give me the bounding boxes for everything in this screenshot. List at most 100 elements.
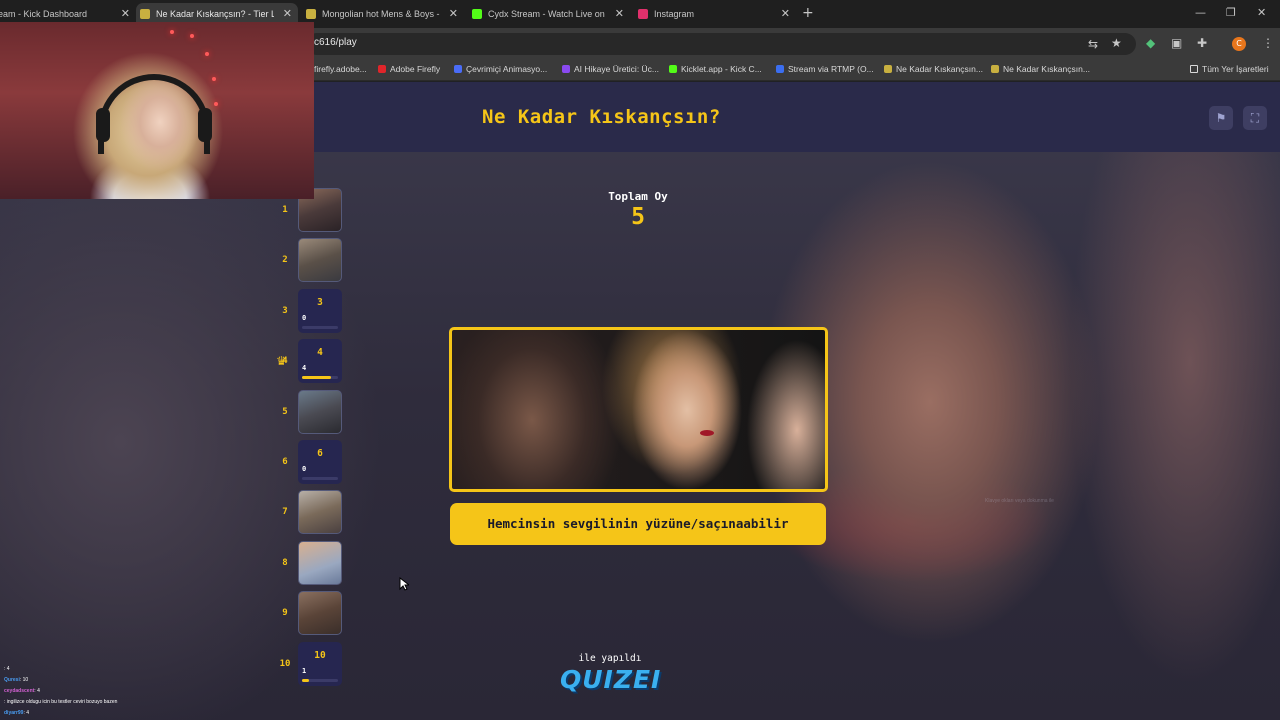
tier-rank-number: 7 [282, 507, 288, 518]
adobe-icon [378, 65, 386, 73]
fullscreen-button[interactable]: ⛶ [1243, 106, 1267, 130]
chat-username: diyarr99 [4, 710, 24, 716]
vote-progress-bar [302, 325, 338, 329]
bookmark-item[interactable]: AI Hikaye Üretici: Üc... [562, 64, 659, 74]
tier-slot-image[interactable] [298, 490, 342, 535]
chat-message: : 4 [4, 664, 204, 675]
bookmark-item[interactable]: Çevrimiçi Animasyo... [454, 64, 547, 74]
headset-ear [198, 108, 212, 142]
tier-vote-count: 1 [302, 666, 307, 675]
close-tab-icon[interactable]: ✕ [615, 3, 624, 25]
url-text[interactable]: c616/play [314, 37, 357, 48]
tab-label: Cydx Stream - Watch Live on Ki [488, 9, 606, 19]
vote-progress-fill [302, 678, 310, 682]
tab-cydx-stream[interactable]: Cydx Stream - Watch Live on Ki ✕ [468, 3, 630, 28]
bookmark-item[interactable]: Ne Kadar Kıskançsın... [884, 64, 983, 74]
minimize-button[interactable]: — [1195, 6, 1206, 19]
question-image [449, 327, 828, 492]
bookmark-label: Çevrimiçi Animasyo... [466, 64, 548, 74]
tier-slot-number: 3 [317, 296, 323, 308]
new-tab-button[interactable]: + [802, 5, 814, 21]
chat-username: Quresi [4, 677, 20, 683]
led-light [214, 102, 218, 106]
bookmark-star-icon[interactable]: ★ [1111, 36, 1122, 50]
close-tab-icon[interactable]: ✕ [781, 3, 790, 25]
tab-label: Mongolian hot Mens & Boys - Y [322, 9, 440, 19]
chat-message: diyarr99: 4 [4, 708, 204, 719]
page-favicon-icon [991, 65, 999, 73]
tier-rank-number: 4 [282, 356, 288, 367]
profile-avatar[interactable]: C [1232, 37, 1246, 51]
webcam-overlay [0, 22, 314, 199]
omnibox[interactable]: c616/play [306, 33, 1136, 55]
tab-mongolian[interactable]: Mongolian hot Mens & Boys - Y ✕ [302, 3, 464, 28]
tab-label: Instagram [654, 9, 695, 19]
total-votes-label: Toplam Oy [608, 190, 668, 203]
ai-icon [562, 65, 570, 73]
instagram-favicon-icon [638, 9, 648, 19]
tier-slot-image[interactable] [298, 540, 342, 585]
tier-slot-image[interactable] [298, 238, 342, 283]
tab-instagram[interactable]: Instagram ✕ [634, 3, 796, 28]
tier-rank-number: 9 [282, 608, 288, 619]
bookmark-label: Adobe Firefly [390, 64, 441, 74]
quizei-logo[interactable]: QUIZEI [560, 665, 660, 694]
page-title: Ne Kadar Kıskançsın? [482, 106, 721, 128]
bookmark-label: Ne Kadar Kıskançsın... [896, 64, 983, 74]
bookmark-label: AI Hikaye Üretici: Üc... [574, 64, 660, 74]
tier-rank-number: 6 [282, 457, 288, 467]
bookmark-item[interactable]: firefly.adobe... [314, 64, 367, 74]
report-flag-button[interactable]: ⚑ [1209, 106, 1233, 130]
translate-icon[interactable]: ⇆ [1088, 37, 1098, 51]
tier-slot-vote[interactable]: 10 1 [298, 641, 342, 686]
quiz-favicon-icon [140, 9, 150, 19]
hint-text: Klavye okları veya dokunma ile [985, 498, 1054, 504]
chat-message: Quresi: 10 [4, 675, 204, 686]
vote-progress-fill [302, 376, 331, 380]
answer-option-button[interactable]: Hemcinsin sevgilinin yüzüne/saçınaabilir [450, 503, 826, 545]
cursor-arrow-icon [399, 577, 409, 591]
tier-rank-number: 5 [282, 406, 288, 417]
extension-shield-icon[interactable]: ◆ [1146, 36, 1155, 50]
stream-chat-overlay: : 4 Quresi: 10 ceydadscent: 4 : ingilizc… [4, 664, 204, 719]
restream-icon [776, 65, 784, 73]
bookmark-item[interactable]: Adobe Firefly [378, 64, 440, 74]
kicklet-icon [669, 65, 677, 73]
bookmark-label: Stream via RTMP (O... [788, 64, 874, 74]
headset [98, 74, 210, 154]
browser-menu-icon[interactable]: ⋮ [1262, 36, 1274, 50]
media-icon[interactable]: ▣ [1171, 36, 1182, 50]
tier-vote-count: 0 [302, 465, 307, 473]
tier-slot-vote[interactable]: 30 [298, 288, 342, 333]
headset-ear [96, 108, 110, 142]
close-tab-icon[interactable]: ✕ [449, 3, 458, 25]
bookmark-item[interactable]: Kicklet.app - Kick C... [669, 64, 762, 74]
close-window-button[interactable]: ✕ [1257, 6, 1266, 19]
tier-rank-number: 10 [279, 658, 291, 669]
total-votes-value: 5 [631, 204, 645, 230]
led-light [190, 34, 194, 38]
extensions-puzzle-icon[interactable]: ✚ [1197, 36, 1207, 50]
page-header [314, 82, 1280, 152]
bookmark-item[interactable]: Stream via RTMP (O... [776, 64, 874, 74]
chat-text: : 4 [23, 710, 30, 716]
tier-slot-number: 10 [314, 649, 326, 661]
bookmark-item[interactable]: Ne Kadar Kıskançsın... [991, 64, 1090, 74]
tier-slot-image[interactable] [298, 389, 342, 434]
tier-vote-count: 0 [302, 313, 307, 322]
maximize-button[interactable]: ❐ [1226, 6, 1236, 19]
bookmark-label: Tüm Yer İşaretleri [1202, 64, 1269, 74]
bookmark-label: Kicklet.app - Kick C... [681, 64, 762, 74]
tier-slot-image[interactable] [298, 591, 342, 636]
tier-rank-number: 2 [282, 255, 288, 266]
made-with-label: ile yapıldı [578, 653, 642, 664]
tier-slot-vote[interactable]: 60 [298, 440, 342, 484]
kick-favicon-icon [472, 9, 482, 19]
all-bookmarks-folder[interactable]: Tüm Yer İşaretleri [1190, 64, 1269, 74]
tier-slot-vote[interactable]: 44 [298, 339, 342, 384]
led-light [205, 52, 209, 56]
tier-slot-number: 4 [317, 347, 323, 359]
bookmark-label: Ne Kadar Kıskançsın... [1003, 64, 1090, 74]
play-icon [454, 65, 462, 73]
chat-text: : 10 [19, 677, 29, 683]
